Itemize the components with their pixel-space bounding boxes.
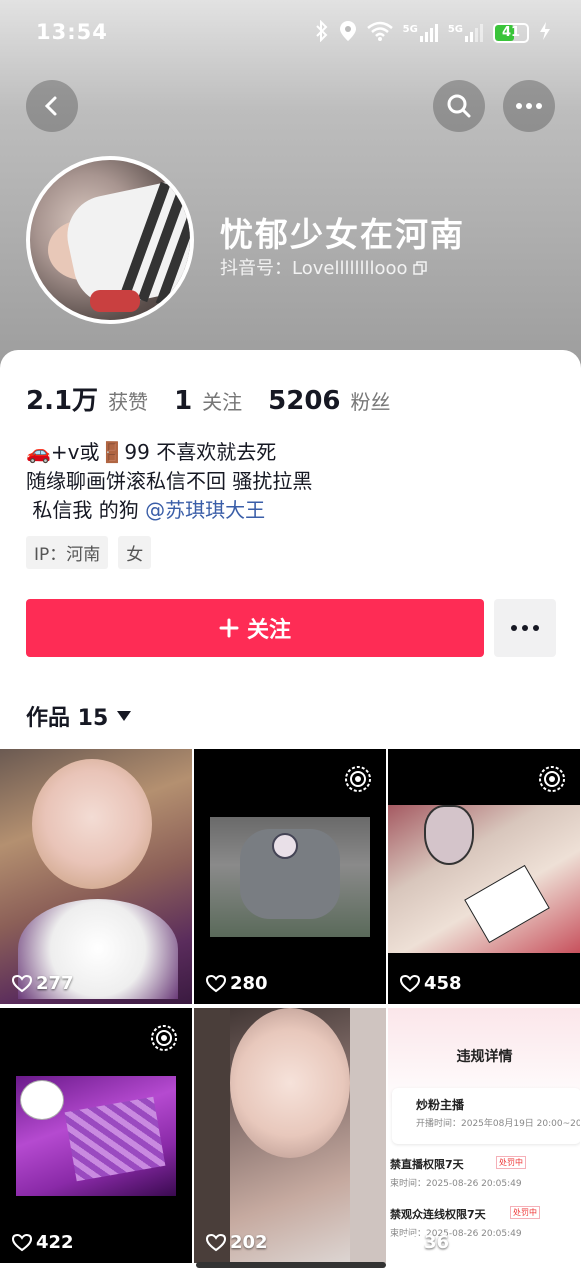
following-count[interactable]: 1 xyxy=(174,386,192,416)
avatar[interactable] xyxy=(26,156,194,324)
signal-2-icon: 5G xyxy=(448,24,483,42)
caret-down-icon xyxy=(117,711,132,721)
more-actions-button[interactable] xyxy=(494,599,556,657)
follow-label: 关注 xyxy=(246,618,291,643)
notice-item-2-badge: 处罚中 xyxy=(496,1156,526,1169)
live-icon xyxy=(345,766,371,792)
heart-icon xyxy=(206,1233,226,1251)
bio-line-3-text: 私信我 的狗 xyxy=(26,498,146,522)
home-indicator[interactable] xyxy=(196,1262,386,1268)
heart-icon xyxy=(12,1233,32,1251)
more-options-button[interactable] xyxy=(503,80,555,132)
location-icon xyxy=(339,20,357,46)
bio-line-2: 随缘聊画饼滚私信不回 骚扰拉黑 xyxy=(26,469,313,493)
mention-link[interactable]: @苏琪琪大王 xyxy=(145,498,265,522)
followers-count[interactable]: 5206 xyxy=(268,386,340,416)
wifi-icon xyxy=(366,21,393,45)
douyin-id-text: 抖音号：Lovellllllllooo xyxy=(220,258,408,279)
video-likes: 36 xyxy=(400,1232,449,1253)
notice-item-2-title: 禁直播权限7天 xyxy=(390,1158,464,1171)
video-likes: 202 xyxy=(206,1232,268,1253)
video-tile[interactable]: 202 xyxy=(194,1008,386,1263)
video-likes: 458 xyxy=(400,973,462,994)
video-tile[interactable]: 458 xyxy=(388,749,580,1004)
bluetooth-icon xyxy=(315,19,329,46)
network-type-1: 5G xyxy=(402,24,418,35)
video-likes-count: 458 xyxy=(424,973,462,994)
video-likes: 422 xyxy=(12,1232,74,1253)
profile-name: 忧郁少女在河南 xyxy=(220,215,465,254)
video-tile[interactable]: 280 xyxy=(194,749,386,1004)
profile-screen: 13:54 5G 5G 41 忧郁少女在河南 抖音号：Lovellllllllo… xyxy=(0,0,581,1280)
status-time: 13:54 xyxy=(36,20,108,44)
video-tile[interactable]: 违规详情 炒粉主播 开播时间：2025年08月19日 20:00~20:0 禁直… xyxy=(388,1008,580,1263)
signal-1-icon: 5G xyxy=(403,24,438,42)
chevron-left-icon xyxy=(44,96,57,116)
ip-tag: IP：河南 xyxy=(26,536,109,569)
notice-item-3-title: 禁观众连线权限7天 xyxy=(390,1208,486,1221)
video-tile[interactable]: 277 xyxy=(0,749,192,1004)
follow-button[interactable]: 关注 xyxy=(26,599,484,657)
search-icon xyxy=(447,94,471,118)
search-button[interactable] xyxy=(433,80,485,132)
notice-title: 违规详情 xyxy=(456,1049,513,1065)
live-icon xyxy=(151,1025,177,1051)
battery-level: 41 xyxy=(501,25,521,40)
status-bar: 13:54 5G 5G 41 xyxy=(0,0,581,66)
notice-item-1: 炒粉主播 开播时间：2025年08月19日 20:00~20:0 xyxy=(392,1088,580,1144)
bio-line-3: 私信我 的狗 @苏琪琪大王 xyxy=(26,496,312,525)
charging-icon xyxy=(539,21,551,45)
notice-item-1-title: 炒粉主播 xyxy=(416,1098,465,1112)
likes-count: 2.1万 xyxy=(26,386,99,416)
bio: 🚗+v或🚪99 不喜欢就去死 随缘聊画饼滚私信不回 骚扰拉黑 私信我 的狗 @苏… xyxy=(26,438,312,525)
status-icons: 5G 5G 41 xyxy=(315,19,551,46)
video-likes: 280 xyxy=(206,973,268,994)
video-likes-count: 280 xyxy=(230,973,268,994)
followers-label[interactable]: 粉丝 xyxy=(351,386,391,415)
notice-item-1-time: 开播时间：2025年08月19日 20:00~20:0 xyxy=(416,1119,580,1129)
video-likes-count: 422 xyxy=(36,1232,74,1253)
works-label: 作品 15 xyxy=(26,706,109,731)
bio-line-1: 🚗+v或🚪99 不喜欢就去死 xyxy=(26,440,277,464)
douyin-id[interactable]: 抖音号：Lovellllllllooo xyxy=(220,254,427,280)
video-likes-count: 36 xyxy=(424,1232,450,1253)
notice-item-3-badge: 处罚中 xyxy=(510,1206,540,1219)
gender-tag: 女 xyxy=(118,536,152,569)
video-likes: 277 xyxy=(12,973,74,994)
video-likes-count: 277 xyxy=(36,973,74,994)
back-button[interactable] xyxy=(26,80,78,132)
notice-item-2: 禁直播权限7天 处罚中 束时间：2025-08-26 20:05:49 xyxy=(388,1154,580,1198)
more-dots-icon xyxy=(511,625,539,631)
following-label[interactable]: 关注 xyxy=(202,386,242,415)
heart-icon xyxy=(400,1233,420,1251)
notice-item-2-time: 束时间：2025-08-26 20:05:49 xyxy=(390,1179,522,1189)
video-likes-count: 202 xyxy=(230,1232,268,1253)
works-tab[interactable]: 作品 15 xyxy=(26,700,132,732)
heart-icon xyxy=(400,974,420,992)
stats-row: 2.1万 获赞 1 关注 5206 粉丝 xyxy=(26,380,407,417)
likes-label: 获赞 xyxy=(108,390,149,414)
battery-icon: 41 xyxy=(493,23,529,43)
video-grid: 277 280 458 422 202 违规详情 炒粉主播 开播时间：2025年… xyxy=(0,749,581,1263)
live-icon xyxy=(539,766,565,792)
video-tile[interactable]: 422 xyxy=(0,1008,192,1263)
plus-icon xyxy=(219,618,239,638)
copy-icon[interactable] xyxy=(413,261,427,275)
heart-icon xyxy=(12,974,32,992)
tags-row: IP：河南 女 xyxy=(26,536,152,569)
more-dots-icon xyxy=(516,103,542,109)
network-type-2: 5G xyxy=(447,24,463,35)
heart-icon xyxy=(206,974,226,992)
